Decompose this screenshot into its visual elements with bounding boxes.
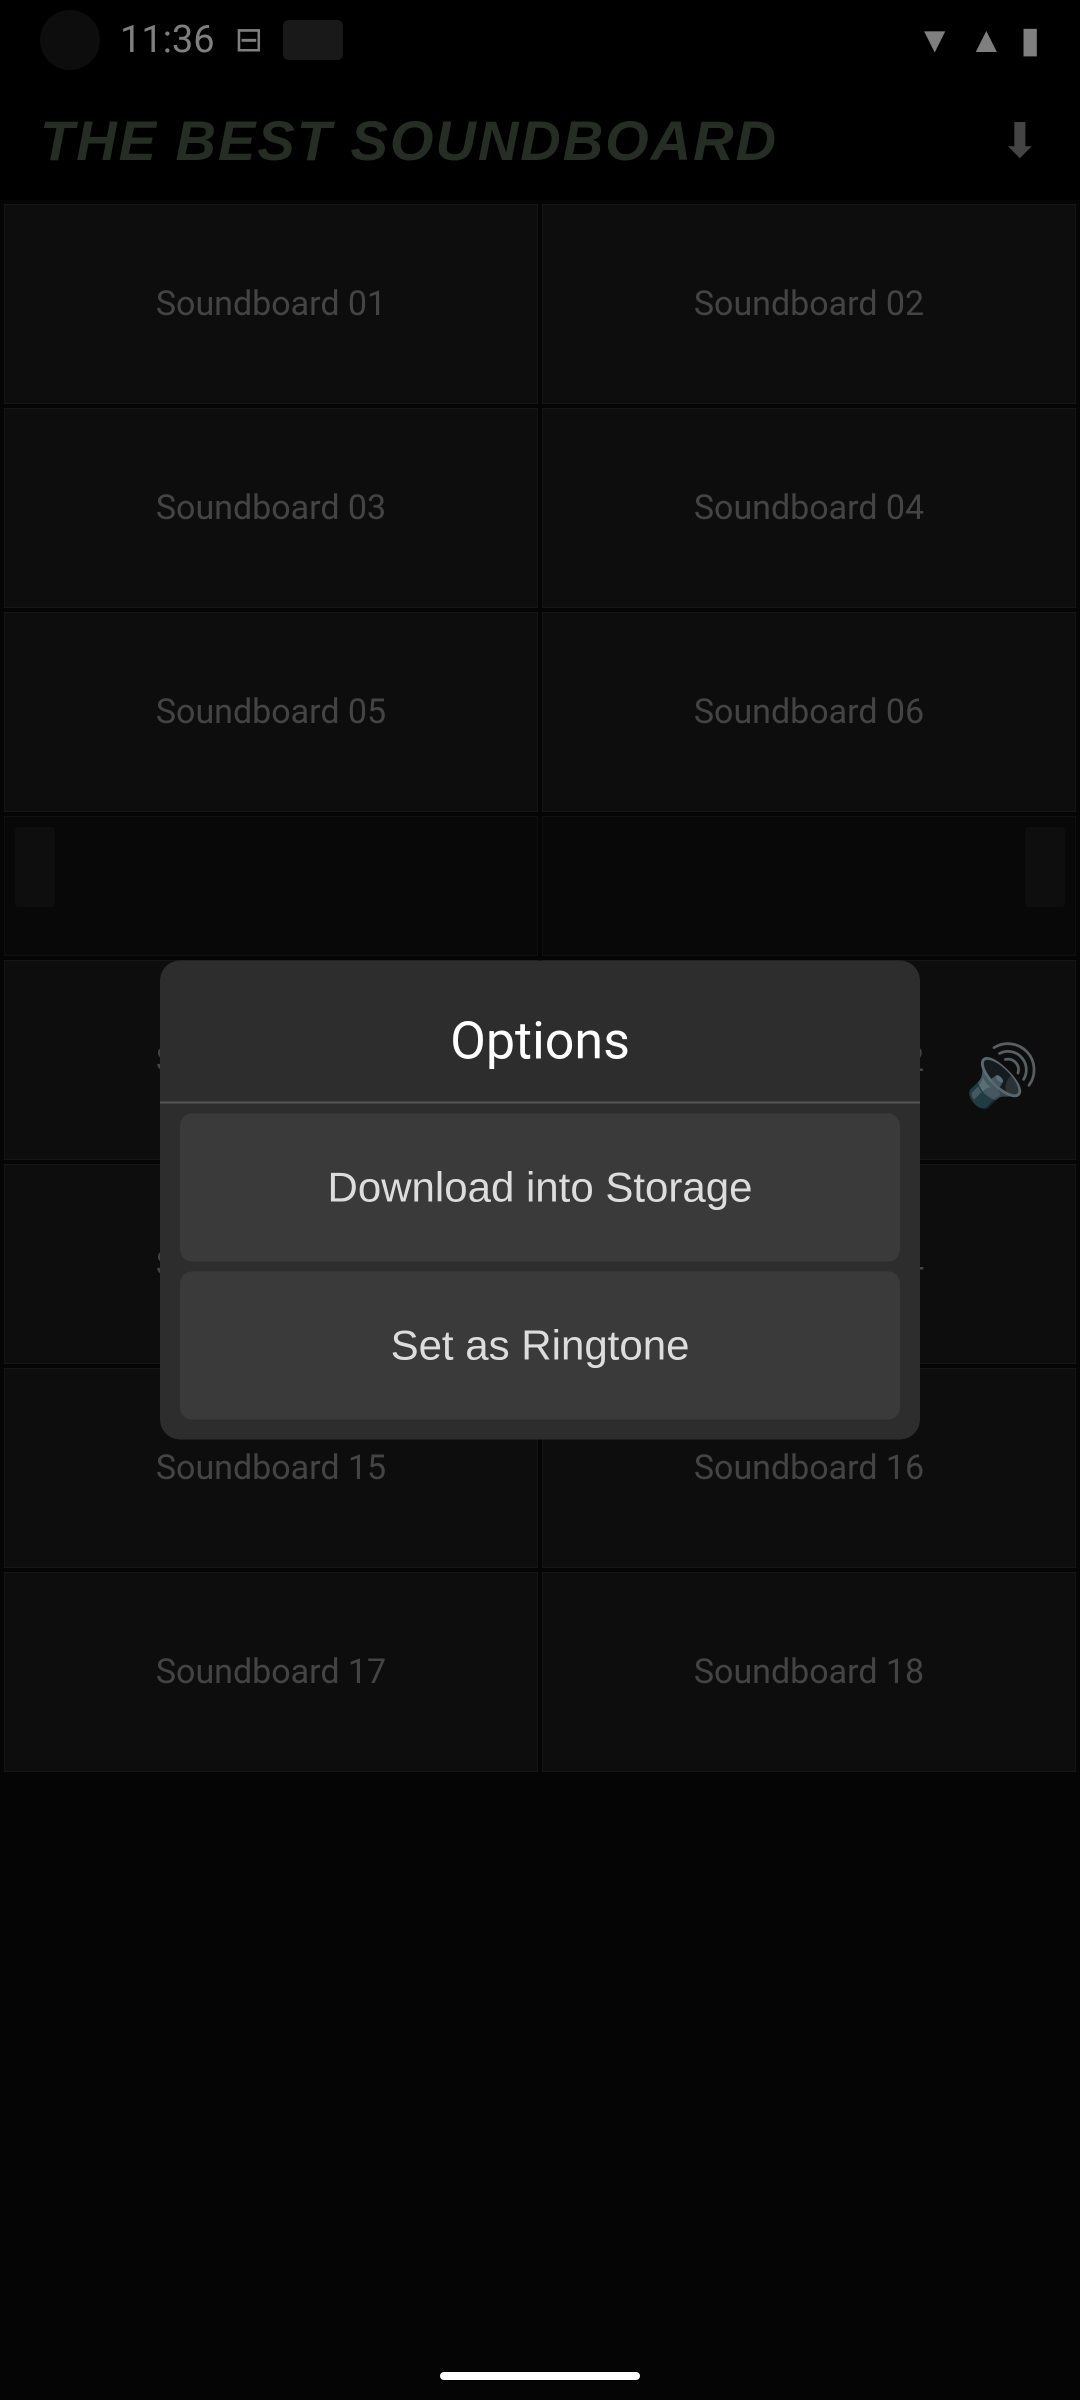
- modal-divider: [160, 1102, 920, 1104]
- modal-title: Options: [160, 961, 920, 1102]
- home-indicator[interactable]: [440, 2372, 640, 2380]
- options-modal: Options Download into Storage Set as Rin…: [160, 961, 920, 1440]
- download-storage-button[interactable]: Download into Storage: [180, 1114, 900, 1262]
- set-ringtone-button[interactable]: Set as Ringtone: [180, 1272, 900, 1420]
